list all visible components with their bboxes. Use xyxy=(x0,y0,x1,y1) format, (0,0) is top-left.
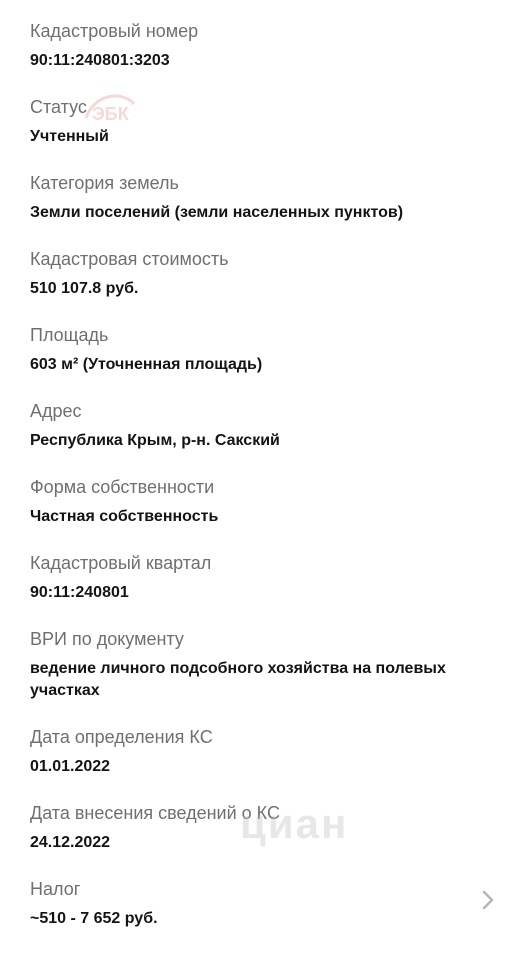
field-value: 01.01.2022 xyxy=(30,758,111,775)
field-value: Республика Крым, р-н. Сакский xyxy=(30,432,280,449)
field-value: 603 м² (Уточненная площадь) xyxy=(30,356,263,373)
field-label: Кадастровый квартал xyxy=(30,553,212,573)
field-value: ~510 - 7 652 руб. xyxy=(30,910,158,927)
field-value: Земли поселений (земли населенных пункто… xyxy=(30,204,404,221)
chevron-right-icon[interactable] xyxy=(480,889,496,911)
field-label: Адрес xyxy=(30,401,82,421)
field-label: Дата определения КС xyxy=(30,727,213,747)
field-cost-determination-date: Дата определения КС 01.01.2022 xyxy=(30,726,470,778)
field-label: Статус xyxy=(30,97,87,117)
field-value: Частная собственность xyxy=(30,508,219,525)
cian-watermark: циан xyxy=(240,800,349,847)
field-tax[interactable]: Налог ~510 - 7 652 руб. xyxy=(30,878,470,930)
field-permitted-use: ВРИ по документу ведение личного подсобн… xyxy=(30,628,470,702)
field-label: Площадь xyxy=(30,325,109,345)
field-area: Площадь 603 м² (Уточненная площадь) xyxy=(30,324,470,376)
field-address: Адрес Республика Крым, р-н. Сакский xyxy=(30,400,470,452)
field-value: ведение личного подсобного хозяйства на … xyxy=(30,660,446,699)
field-value: Учтенный xyxy=(30,128,109,145)
field-ownership-form: Форма собственности Частная собственност… xyxy=(30,476,470,528)
field-label: ВРИ по документу xyxy=(30,629,184,649)
field-cadastral-cost: Кадастровая стоимость 510 107.8 руб. xyxy=(30,248,470,300)
field-label: Категория земель xyxy=(30,173,179,193)
field-label: Кадастровый номер xyxy=(30,21,199,41)
field-cadastral-number: Кадастровый номер 90:11:240801:3203 xyxy=(30,20,470,72)
field-value: 90:11:240801 xyxy=(30,584,129,601)
field-label: Налог xyxy=(30,879,81,899)
field-cadastral-quarter: Кадастровый квартал 90:11:240801 xyxy=(30,552,470,604)
field-label: Форма собственности xyxy=(30,477,215,497)
field-land-category: Категория земель Земли поселений (земли … xyxy=(30,172,470,224)
cadastral-info-screen: ЭБК Кадастровый номер 90:11:240801:3203 … xyxy=(0,0,510,960)
field-value: 510 107.8 руб. xyxy=(30,280,139,297)
field-status: Статус Учтенный xyxy=(30,96,470,148)
field-value: 90:11:240801:3203 xyxy=(30,52,170,69)
field-label: Кадастровая стоимость xyxy=(30,249,229,269)
